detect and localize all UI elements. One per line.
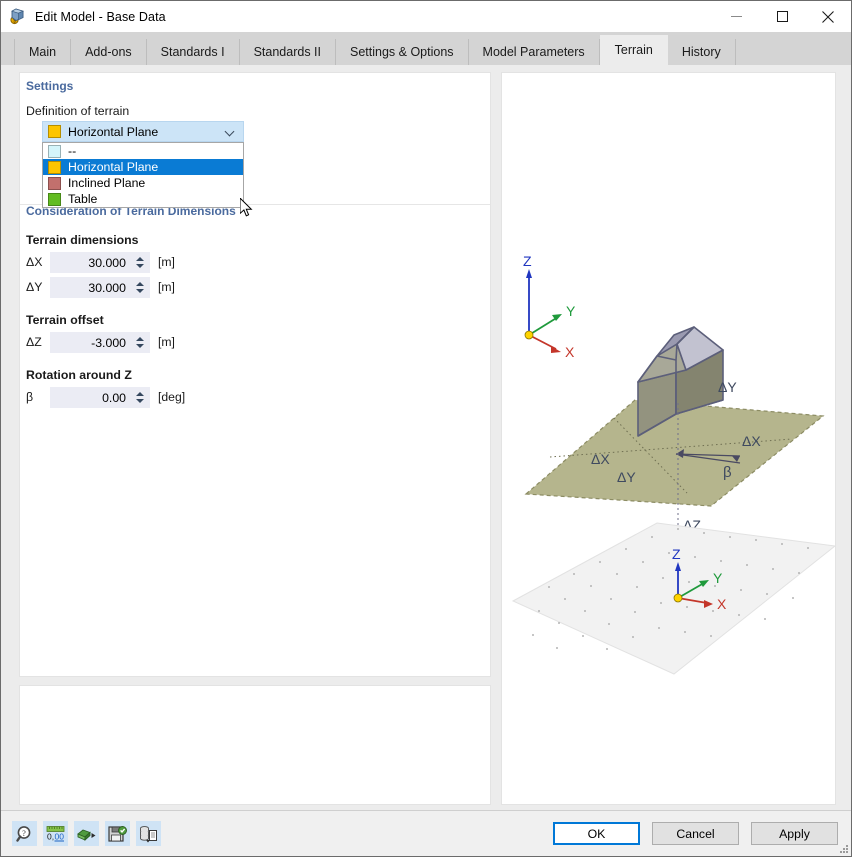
beta-input[interactable]: 0.00 [50,387,150,408]
delta-z-stepper[interactable] [132,332,150,353]
rotation-around-z-label: Rotation around Z [26,368,132,382]
delta-z-symbol: ΔZ [26,335,42,349]
delta-y-unit: [m] [158,280,175,294]
bottom-bar: ? 0, 00 OK Cancel Apply [1,810,851,856]
window-title: Edit Model - Base Data [35,9,166,24]
info-panel [19,685,491,805]
delta-z-value: -3.000 [91,335,126,350]
dx-left-label: ΔX [591,451,610,467]
delta-x-unit: [m] [158,255,175,269]
option-label: Table [68,192,98,206]
definition-of-terrain-combobox-wrap: Horizontal Plane -- Horizontal Plane Inc… [42,121,244,208]
svg-text:X: X [717,596,727,612]
cancel-button[interactable]: Cancel [652,822,739,845]
dx-right-label: ΔX [742,433,761,449]
svg-text:00: 00 [55,831,65,841]
tab-terrain[interactable]: Terrain [599,35,668,65]
ok-button[interactable]: OK [553,822,640,845]
dy-left-label: ΔY [617,469,636,485]
beta-symbol: β [26,390,34,404]
help-lookup-button[interactable]: ? [12,821,37,846]
dy-right-label: ΔY [718,379,737,395]
title-bar: $ Edit Model - Base Data [1,1,851,32]
resize-grip[interactable] [838,843,848,853]
terrain-plane [524,399,825,507]
delta-y-value: 30.000 [88,280,126,295]
tab-standards-ii[interactable]: Standards II [239,39,336,65]
tab-add-ons[interactable]: Add-ons [71,39,147,65]
tab-strip: Main Add-ons Standards I Standards II Se… [1,32,851,65]
delta-y-input[interactable]: 30.000 [50,277,150,298]
option-swatch [48,176,61,190]
decimal-places-button[interactable]: 0, 00 [43,821,68,846]
tab-standards-i[interactable]: Standards I [146,39,240,65]
beta-label: β [723,464,732,481]
svg-text:?: ? [22,829,26,838]
window-controls [713,1,851,32]
import-button[interactable] [74,821,99,846]
tab-history[interactable]: History [667,39,736,65]
option-label: -- [68,144,77,158]
maximize-button[interactable] [759,1,805,32]
delta-x-symbol: ΔX [26,255,43,269]
combo-selected-swatch [48,125,61,138]
delta-x-stepper[interactable] [132,252,150,273]
export-data-button[interactable] [136,821,161,846]
svg-text:0,: 0, [47,831,54,841]
beta-value: 0.00 [102,390,126,405]
dropdown-option-horizontal-plane[interactable]: Horizontal Plane [43,159,243,175]
edit-model-dialog: $ Edit Model - Base Data Main Add-ons St… [0,0,852,857]
import-arrow-icon [77,828,96,841]
svg-text:Y: Y [713,570,723,586]
terrain-offset-label: Terrain offset [26,313,104,327]
beta-stepper[interactable] [132,387,150,408]
number-format-icon: 0, 00 [46,825,65,841]
option-label: Horizontal Plane [68,160,159,174]
settings-group-title: Settings [26,79,74,93]
upper-axes-triad: Z Y X [523,253,576,360]
delta-x-value: 30.000 [88,255,126,270]
beta-unit: [deg] [158,390,186,404]
minimize-button[interactable] [713,1,759,32]
tab-main[interactable]: Main [14,39,72,65]
magnifier-question-icon: ? [15,825,30,842]
svg-text:Z: Z [672,546,681,562]
save-as-button[interactable] [105,821,130,846]
delta-y-symbol: ΔY [26,280,43,294]
delta-z-unit: [m] [158,335,175,349]
save-plus-icon [108,825,127,842]
tab-settings-options[interactable]: Settings & Options [336,39,469,65]
delta-z-input[interactable]: -3.000 [50,332,150,353]
chevron-down-icon[interactable] [225,127,235,137]
option-label: Inclined Plane [68,176,146,190]
combo-selected-label: Horizontal Plane [68,124,159,139]
definition-of-terrain-label: Definition of terrain [26,104,130,118]
delta-x-input[interactable]: 30.000 [50,252,150,273]
definition-of-terrain-combobox[interactable]: Horizontal Plane [42,121,244,142]
settings-panel: Settings Definition of terrain Considera… [19,72,491,677]
option-swatch [48,144,61,158]
content-area: Settings Definition of terrain Considera… [1,65,851,811]
svg-text:Y: Y [566,303,576,319]
toolbar: ? 0, 00 [12,821,161,846]
delta-y-stepper[interactable] [132,277,150,298]
terrain-dimensions-label: Terrain dimensions [26,233,139,247]
dialog-button-row: OK Cancel Apply [553,822,838,845]
option-swatch [48,160,61,174]
dropdown-option-inclined-plane[interactable]: Inclined Plane [43,175,243,191]
svg-text:Z: Z [523,253,532,269]
svg-text:X: X [565,344,575,360]
tab-model-parameters[interactable]: Model Parameters [468,39,600,65]
close-button[interactable] [805,1,851,32]
definition-of-terrain-dropdown-list[interactable]: -- Horizontal Plane Inclined Plane Table [42,142,244,208]
option-swatch [48,192,61,206]
dropdown-option-table[interactable]: Table [43,191,243,207]
terrain-3d-preview[interactable]: Z Y X ΔY ΔX ΔX ΔY β ΔZ Z Y X [501,72,836,805]
dropdown-option-none[interactable]: -- [43,143,243,159]
app-cube-icon: $ [9,8,27,26]
apply-button[interactable]: Apply [751,822,838,845]
database-export-icon [140,825,157,842]
